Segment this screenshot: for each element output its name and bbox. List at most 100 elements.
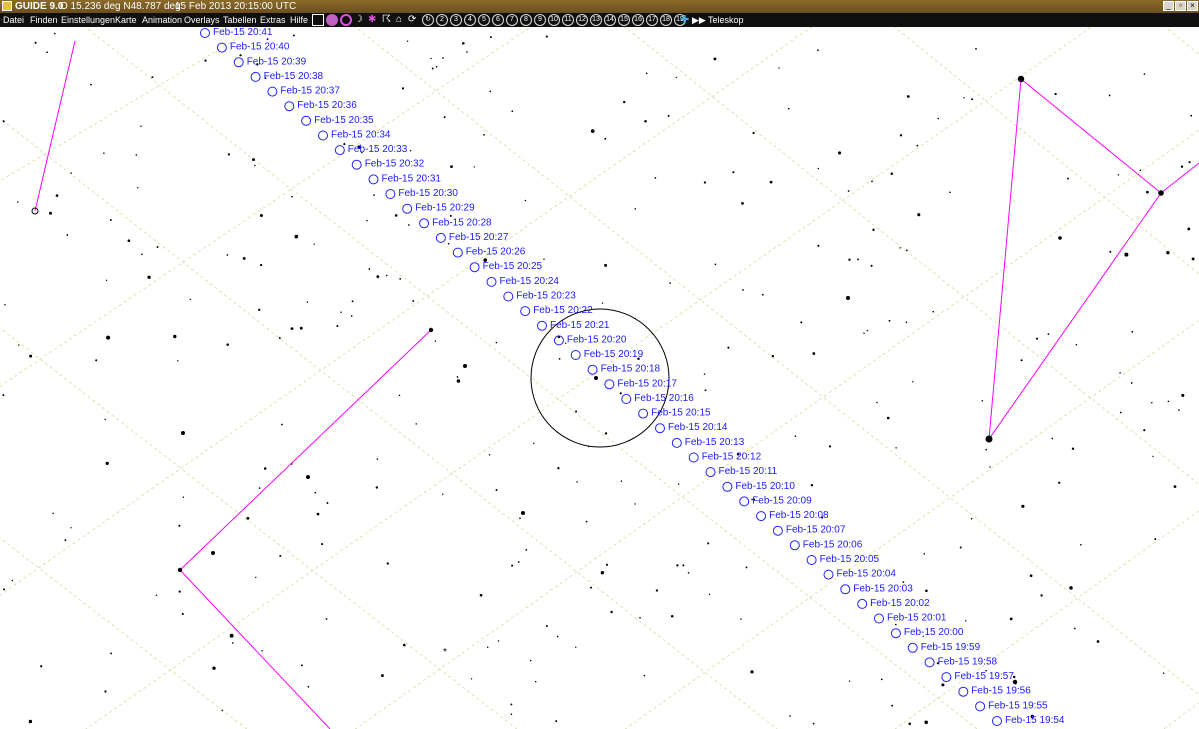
star <box>543 258 545 260</box>
star <box>1109 250 1112 253</box>
track-marker <box>604 379 615 390</box>
toolbar-button-4[interactable]: 4 <box>464 14 476 26</box>
star <box>610 610 613 614</box>
star <box>177 360 179 362</box>
star <box>212 666 216 670</box>
star <box>708 593 711 596</box>
planet-icon[interactable] <box>326 14 338 26</box>
restore-icon[interactable]: ▫ <box>1175 1 1186 11</box>
menu-overlays[interactable]: Overlays <box>184 13 220 27</box>
track-marker <box>301 115 312 126</box>
star <box>366 219 368 222</box>
toolbar-button-14[interactable]: 14 <box>604 14 616 26</box>
refresh-icon[interactable]: ⟳ <box>408 14 420 26</box>
star <box>959 546 962 549</box>
menu-karte[interactable]: Karte <box>115 13 137 27</box>
star <box>254 164 256 167</box>
star <box>435 65 438 68</box>
menu-tabellen[interactable]: Tabellen <box>223 13 257 27</box>
star <box>104 690 107 693</box>
star <box>321 543 324 546</box>
track-marker <box>435 232 446 243</box>
hand-icon[interactable]: ☈ <box>382 14 394 26</box>
moon-icon[interactable] <box>340 14 352 26</box>
star <box>985 435 993 443</box>
menu-datei[interactable]: Datei <box>3 13 24 27</box>
star <box>800 321 803 324</box>
star <box>600 571 605 575</box>
telescope-menu[interactable]: Teleskop <box>708 13 744 27</box>
reset-icon[interactable]: ↻ <box>422 14 434 26</box>
star <box>703 181 707 184</box>
toolbar-button-15[interactable]: 15 <box>618 14 630 26</box>
star <box>828 445 832 448</box>
track-marker <box>621 394 632 404</box>
track-marker <box>385 189 396 199</box>
menu-einstellungen[interactable]: Einstellungen <box>61 13 115 27</box>
toolbar-button-6[interactable]: 6 <box>492 14 504 26</box>
star <box>745 566 748 569</box>
track-time-label: Feb-15 20:03 <box>853 583 913 594</box>
track-time-label: Feb-15 20:14 <box>668 422 728 433</box>
minimize-icon[interactable]: _ <box>1163 1 1174 11</box>
close-icon[interactable]: × <box>1187 1 1198 11</box>
toolbar-button-11[interactable]: 11 <box>562 14 574 26</box>
track-time-label: Feb-15 20:24 <box>500 276 560 287</box>
star <box>266 38 269 41</box>
star <box>619 392 622 395</box>
menu-finden[interactable]: Finden <box>30 13 58 27</box>
star <box>533 442 535 445</box>
house-icon[interactable]: ⌂ <box>396 14 408 26</box>
star <box>463 364 467 368</box>
star <box>1040 594 1043 597</box>
star <box>141 253 143 256</box>
toolbar-button-12[interactable]: 12 <box>576 14 588 26</box>
track-time-label: Feb-15 20:19 <box>584 349 644 360</box>
toolbar-button-10[interactable]: 10 <box>548 14 560 26</box>
star <box>1180 165 1184 168</box>
crosshair-icon[interactable]: ✚ <box>680 14 692 26</box>
title-bar: GUIDE 9.0 O 15.236 deg N48.787 deg 15 Fe… <box>0 0 1199 13</box>
toolbar-button-9[interactable]: 9 <box>534 14 546 26</box>
star <box>677 483 680 485</box>
track-time-label: Feb-15 20:37 <box>280 86 340 97</box>
star <box>1181 393 1185 397</box>
track-marker <box>789 540 800 551</box>
toolbar-button-7[interactable]: 7 <box>506 14 518 26</box>
track-marker <box>874 613 884 624</box>
star <box>466 51 468 53</box>
sky-chart[interactable]: Feb-15 20:41 Feb-15 20:40 Feb-15 20:39 Feb-… <box>0 27 1199 729</box>
track-time-label: Feb-15 20:12 <box>702 452 762 463</box>
star-icon[interactable]: ☽ <box>354 14 366 26</box>
globe-icon[interactable] <box>312 14 324 26</box>
track-marker <box>351 159 362 170</box>
track-time-label: Feb-15 20:34 <box>331 130 391 141</box>
menu-hilfe[interactable]: Hilfe <box>290 13 308 27</box>
fast-forward-icon[interactable]: ▶▶ <box>692 14 706 26</box>
toolbar-button-5[interactable]: 5 <box>478 14 490 26</box>
star <box>899 247 901 249</box>
toolbar-button-13[interactable]: 13 <box>590 14 602 26</box>
star <box>750 670 754 674</box>
star <box>1014 682 1017 685</box>
toolbar-button-18[interactable]: 18 <box>660 14 672 26</box>
star <box>732 171 735 174</box>
menu-animation[interactable]: Animation <box>142 13 182 27</box>
star <box>434 340 437 342</box>
toolbar-button-17[interactable]: 17 <box>646 14 658 26</box>
toolbar-button-3[interactable]: 3 <box>450 14 462 26</box>
menu-extras[interactable]: Extras <box>260 13 286 27</box>
comet-icon[interactable]: ✱ <box>368 14 380 26</box>
star <box>135 154 138 156</box>
star <box>278 337 281 339</box>
star <box>290 463 293 465</box>
star <box>899 134 903 137</box>
star <box>1152 455 1154 458</box>
track-time-label: Feb-15 19:59 <box>921 642 981 653</box>
toolbar-button-8[interactable]: 8 <box>520 14 532 26</box>
track-time-label: Feb-15 20:02 <box>870 598 930 609</box>
toolbar-button-2[interactable]: 2 <box>436 14 448 26</box>
star <box>1158 190 1164 196</box>
toolbar-button-16[interactable]: 16 <box>632 14 644 26</box>
track-marker <box>452 247 463 258</box>
